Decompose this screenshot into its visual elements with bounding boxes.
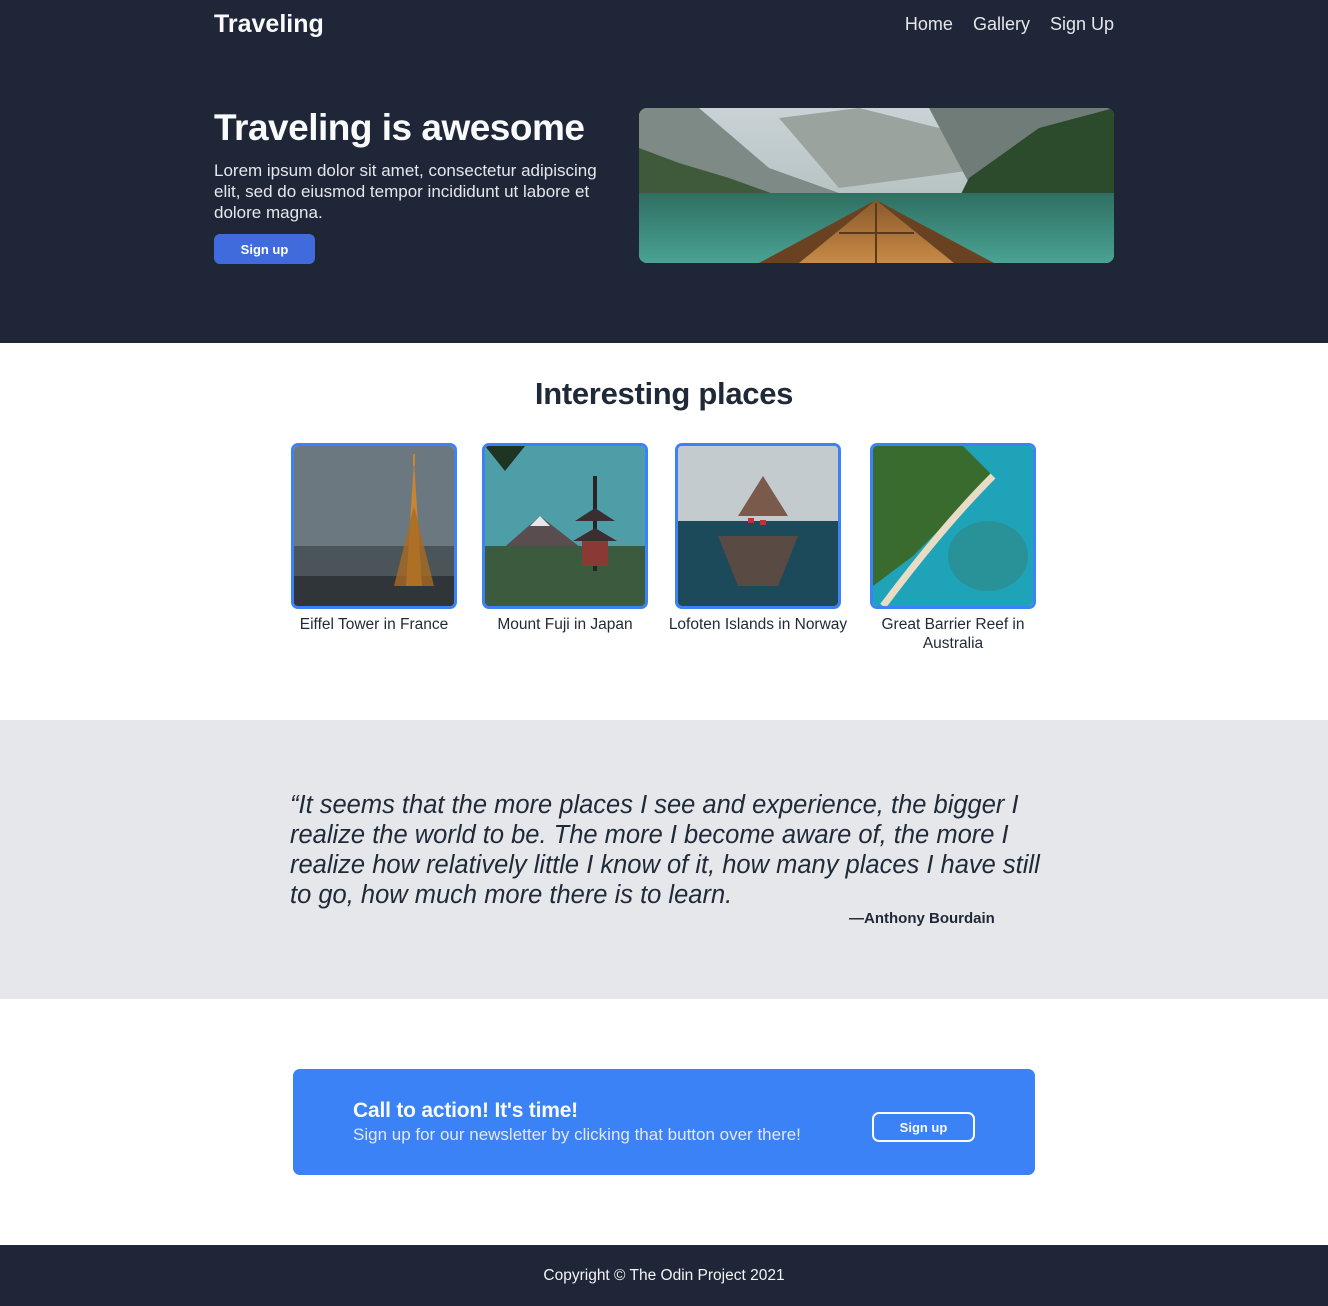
place-card-reef[interactable]: Great Barrier Reef in Australia	[863, 443, 1043, 653]
site-footer: Copyright © The Odin Project 2021	[0, 1245, 1328, 1306]
footer-copyright: Copyright © The Odin Project 2021	[543, 1267, 785, 1284]
lofoten-islands-image	[675, 443, 841, 609]
hero-signup-button[interactable]: Sign up	[214, 234, 315, 264]
place-card-eiffel[interactable]: Eiffel Tower in France	[284, 443, 464, 634]
great-barrier-reef-image	[870, 443, 1036, 609]
places-title: Interesting places	[534, 376, 794, 411]
eiffel-tower-image	[291, 443, 457, 609]
nav-gallery-link[interactable]: Gallery	[973, 14, 1030, 35]
cta-title: Call to action! It's time!	[353, 1099, 578, 1122]
mount-fuji-image	[482, 443, 648, 609]
place-card-fuji[interactable]: Mount Fuji in Japan	[475, 443, 655, 634]
place-card-lofoten[interactable]: Lofoten Islands in Norway	[668, 443, 848, 634]
hero-text: Traveling is awesome Lorem ipsum dolor s…	[214, 108, 614, 264]
site-logo[interactable]: Traveling	[214, 10, 324, 39]
hero-title: Traveling is awesome	[214, 107, 585, 148]
cta-signup-button[interactable]: Sign up	[872, 1112, 975, 1142]
quote-text: “It seems that the more places I see and…	[290, 791, 1040, 909]
nav-links: Home Gallery Sign Up	[905, 14, 1114, 35]
places-section: Interesting places Eiffel Tower in Franc…	[0, 343, 1328, 720]
cta-section: Call to action! It's time! Sign up for o…	[0, 999, 1328, 1245]
cta-subtitle: Sign up for our newsletter by clicking t…	[353, 1125, 801, 1144]
hero-subtitle: Lorem ipsum dolor sit amet, consectetur …	[214, 161, 597, 222]
hero-lake-boat-image	[639, 108, 1114, 263]
hero: Traveling is awesome Lorem ipsum dolor s…	[214, 108, 1114, 264]
cta-box: Call to action! It's time! Sign up for o…	[293, 1069, 1035, 1175]
place-caption: Mount Fuji in Japan	[497, 616, 633, 633]
navbar: Traveling Home Gallery Sign Up	[214, 0, 1114, 50]
place-caption: Eiffel Tower in France	[299, 616, 449, 633]
place-caption: Great Barrier Reef in Australia	[881, 616, 1025, 652]
quote-author: —Anthony Bourdain	[849, 910, 995, 927]
quote-section: “It seems that the more places I see and…	[0, 720, 1328, 999]
nav-signup-link[interactable]: Sign Up	[1050, 14, 1114, 35]
nav-home-link[interactable]: Home	[905, 14, 953, 35]
place-caption: Lofoten Islands in Norway	[668, 616, 848, 633]
site-header: Traveling Home Gallery Sign Up Traveling…	[0, 0, 1328, 343]
